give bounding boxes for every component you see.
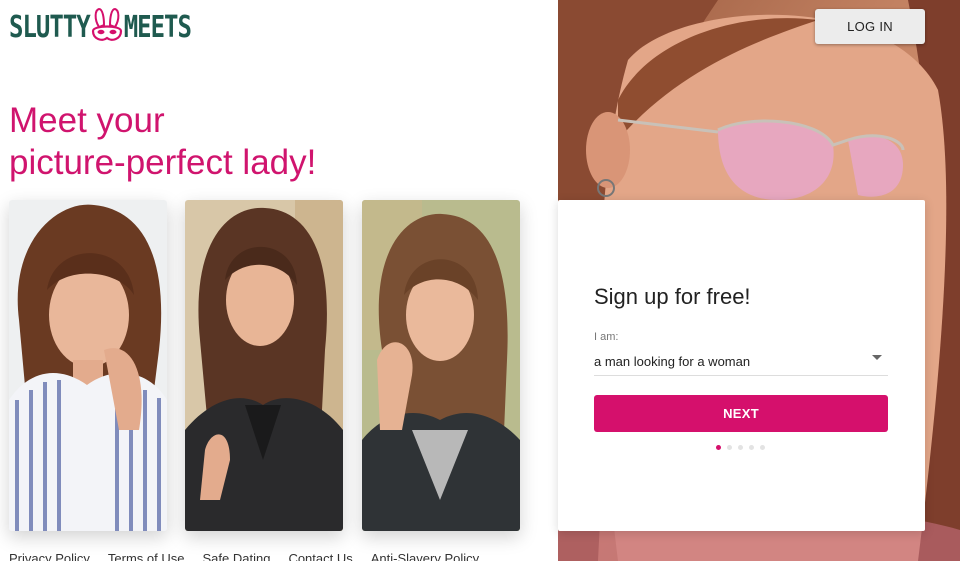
login-button[interactable]: LOG IN <box>815 9 925 44</box>
caret-down-icon <box>872 355 882 360</box>
step-dot-5 <box>760 445 765 450</box>
profile-photo-2[interactable] <box>185 200 343 531</box>
footer-link-privacy[interactable]: Privacy Policy <box>9 551 90 561</box>
footer-link-contact[interactable]: Contact Us <box>288 551 352 561</box>
footer-links: Privacy Policy Terms of Use Safe Dating … <box>9 551 479 561</box>
signup-title: Sign up for free! <box>594 284 751 309</box>
brand-name-left: SLUTTY <box>9 9 91 45</box>
brand-logo[interactable]: SLUTTY MEETS <box>9 7 192 47</box>
step-dot-3 <box>738 445 743 450</box>
step-dot-2 <box>727 445 732 450</box>
next-button[interactable]: NEXT <box>594 395 888 432</box>
footer-link-safe-dating[interactable]: Safe Dating <box>203 551 271 561</box>
step-dot-4 <box>749 445 754 450</box>
left-panel: SLUTTY MEETS Meet your picture-perfect l… <box>0 0 558 561</box>
profile-photo-3[interactable] <box>362 200 520 531</box>
footer-link-anti-slavery[interactable]: Anti-Slavery Policy <box>371 551 479 561</box>
brand-name-right: MEETS <box>123 9 192 45</box>
signup-card: Sign up for free! I am: a man looking fo… <box>558 200 925 531</box>
woman-portrait-image <box>185 200 343 531</box>
bunny-mask-icon <box>91 7 122 41</box>
headline-line-1: Meet your <box>9 101 165 140</box>
headline-line-2: picture-perfect lady! <box>9 143 317 182</box>
footer-link-terms[interactable]: Terms of Use <box>108 551 185 561</box>
gender-select-value: a man looking for a woman <box>594 354 751 369</box>
profile-photo-1[interactable] <box>9 200 167 531</box>
gender-field-label: I am: <box>594 331 619 343</box>
gender-select[interactable]: a man looking for a woman <box>594 348 888 376</box>
step-dot-1 <box>716 445 721 450</box>
woman-portrait-image <box>362 200 520 531</box>
page-headline: Meet your picture-perfect lady! <box>9 100 316 184</box>
woman-portrait-image <box>9 200 167 531</box>
step-indicator <box>716 445 765 450</box>
